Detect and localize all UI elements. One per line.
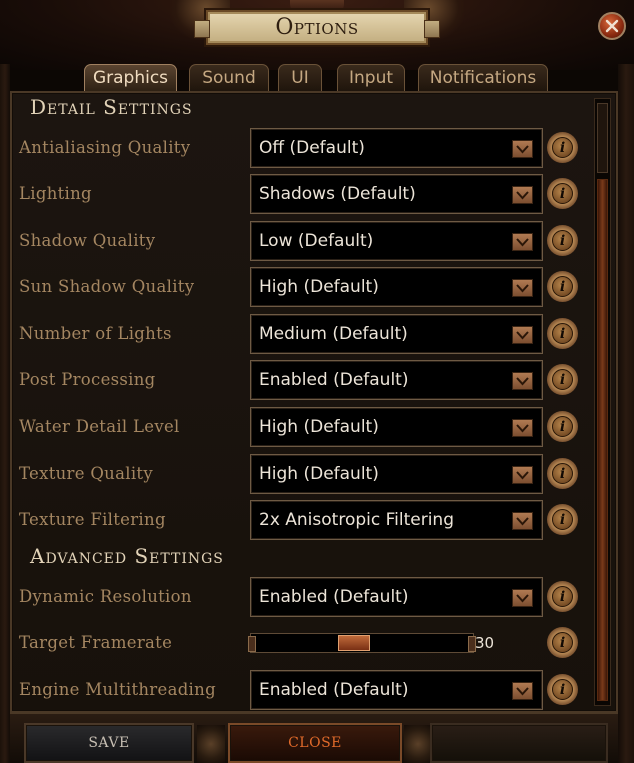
info-icon: i — [552, 276, 573, 297]
tab-input[interactable]: Input — [337, 64, 405, 91]
info-button-texture-filtering[interactable]: i — [547, 504, 578, 535]
setting-label-water-detail-level: Water Detail Level — [19, 417, 180, 436]
dropdown-value: High (Default) — [259, 277, 379, 297]
info-button-post-processing[interactable]: i — [547, 364, 578, 395]
section-title-advanced: Advanced Settings — [30, 544, 224, 568]
window-title-plaque: Options — [194, 10, 440, 45]
info-button-number-of-lights[interactable]: i — [547, 318, 578, 349]
sun-shadow-quality-dropdown[interactable]: High (Default) — [250, 267, 543, 307]
info-button-dynamic-resolution[interactable]: i — [547, 581, 578, 612]
texture-quality-dropdown[interactable]: High (Default) — [250, 454, 543, 494]
dynamic-resolution-dropdown[interactable]: Enabled (Default) — [250, 577, 543, 617]
chevron-down-icon — [512, 419, 533, 437]
info-icon: i — [552, 416, 573, 437]
dropdown-value: Low (Default) — [259, 231, 374, 251]
info-button-lighting[interactable]: i — [547, 178, 578, 209]
engine-multithreading-dropdown[interactable]: Enabled (Default) — [250, 670, 543, 710]
chevron-down-icon — [512, 326, 533, 344]
scrollbar-track-top — [597, 103, 608, 173]
dropdown-value: Enabled (Default) — [259, 680, 409, 700]
button-divider-ornament — [197, 725, 225, 763]
info-button-water-detail-level[interactable]: i — [547, 411, 578, 442]
dropdown-value: Enabled (Default) — [259, 370, 409, 390]
scrollbar-thumb[interactable] — [597, 179, 608, 701]
setting-label-target-framerate: Target Framerate — [19, 633, 173, 652]
save-button[interactable]: SAVE — [24, 723, 194, 763]
chevron-down-icon — [512, 589, 533, 607]
chevron-down-icon — [512, 140, 533, 158]
info-button-engine-multithreading[interactable]: i — [547, 674, 578, 705]
setting-label-sun-shadow-quality: Sun Shadow Quality — [19, 277, 195, 296]
target-framerate-value: 30 — [475, 634, 495, 652]
info-button-shadow-quality[interactable]: i — [547, 225, 578, 256]
dropdown-value: Off (Default) — [259, 138, 365, 158]
chevron-down-icon — [512, 466, 533, 484]
left-frame — [0, 64, 10, 763]
info-icon: i — [552, 183, 573, 204]
setting-label-lighting: Lighting — [19, 184, 92, 203]
info-button-antialiasing[interactable]: i — [547, 132, 578, 163]
tab-ui[interactable]: UI — [278, 64, 322, 91]
setting-label-shadow-quality: Shadow Quality — [19, 231, 156, 250]
tab-sound[interactable]: Sound — [189, 64, 269, 91]
setting-label-number-of-lights: Number of Lights — [19, 324, 172, 343]
settings-scrollbar[interactable] — [594, 98, 611, 706]
chevron-down-icon — [512, 279, 533, 297]
setting-label-texture-filtering: Texture Filtering — [19, 510, 166, 529]
empty-button-slot — [430, 723, 608, 763]
info-button-texture-quality[interactable]: i — [547, 458, 578, 489]
dropdown-value: Shadows (Default) — [259, 184, 416, 204]
info-button-target-framerate[interactable]: i — [547, 627, 578, 658]
info-icon: i — [552, 463, 573, 484]
section-title-detail: Detail Settings — [30, 95, 193, 119]
chevron-down-icon — [512, 682, 533, 700]
info-icon: i — [552, 632, 573, 653]
right-frame — [618, 64, 634, 763]
target-framerate-slider[interactable] — [248, 633, 476, 653]
info-icon: i — [552, 679, 573, 700]
antialiasing-dropdown[interactable]: Off (Default) — [250, 128, 543, 168]
tab-notifications[interactable]: Notifications — [418, 64, 548, 91]
setting-label-engine-multithreading: Engine Multithreading — [19, 680, 216, 699]
chevron-down-icon — [512, 233, 533, 251]
number-of-lights-dropdown[interactable]: Medium (Default) — [250, 314, 543, 354]
dropdown-value: High (Default) — [259, 464, 379, 484]
post-processing-dropdown[interactable]: Enabled (Default) — [250, 360, 543, 400]
chevron-down-icon — [512, 186, 533, 204]
shadow-quality-dropdown[interactable]: Low (Default) — [250, 221, 543, 261]
button-divider-ornament — [404, 725, 432, 763]
info-icon: i — [552, 230, 573, 251]
info-icon: i — [552, 137, 573, 158]
chevron-down-icon — [512, 372, 533, 390]
water-detail-level-dropdown[interactable]: High (Default) — [250, 407, 543, 447]
info-icon: i — [552, 509, 573, 530]
info-button-sun-shadow-quality[interactable]: i — [547, 271, 578, 302]
texture-filtering-dropdown[interactable]: 2x Anisotropic Filtering — [250, 500, 543, 540]
setting-label-post-processing: Post Processing — [19, 370, 156, 389]
close-button[interactable]: CLOSE — [228, 723, 402, 763]
setting-label-antialiasing: Antialiasing Quality — [19, 138, 191, 157]
lighting-dropdown[interactable]: Shadows (Default) — [250, 174, 543, 214]
close-window-button[interactable] — [598, 12, 626, 40]
setting-label-dynamic-resolution: Dynamic Resolution — [19, 587, 192, 606]
info-icon: i — [552, 586, 573, 607]
chevron-down-icon — [512, 512, 533, 530]
slider-handle[interactable] — [338, 635, 370, 651]
setting-label-texture-quality: Texture Quality — [19, 464, 153, 483]
window-title: Options — [275, 15, 359, 40]
info-icon: i — [552, 369, 573, 390]
dropdown-value: Enabled (Default) — [259, 587, 409, 607]
dropdown-value: 2x Anisotropic Filtering — [259, 510, 455, 530]
tab-graphics[interactable]: Graphics — [84, 64, 177, 91]
close-x-icon — [605, 19, 619, 33]
dropdown-value: High (Default) — [259, 417, 379, 437]
dropdown-value: Medium (Default) — [259, 324, 408, 344]
info-icon: i — [552, 323, 573, 344]
